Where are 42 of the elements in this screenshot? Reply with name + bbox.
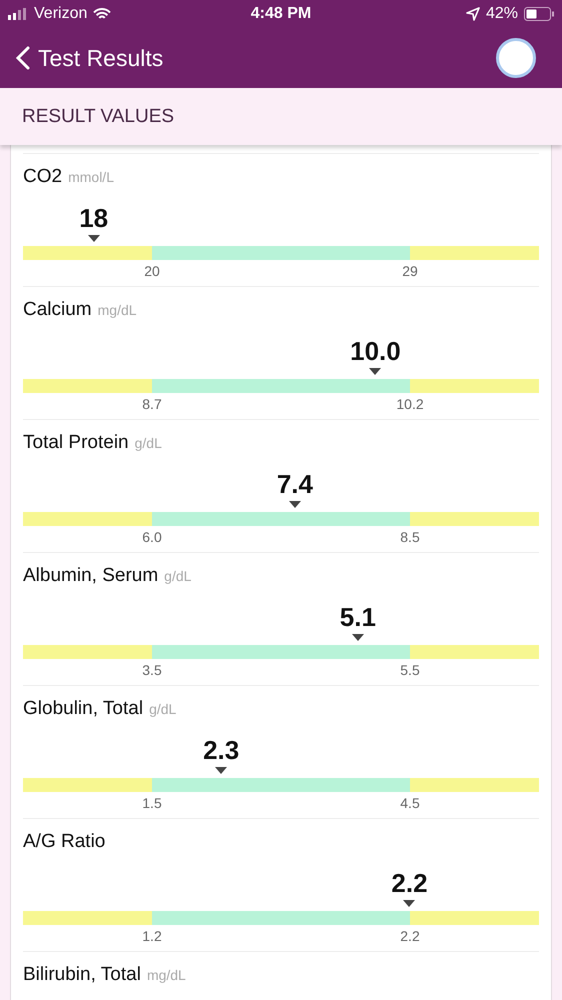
- range-high-label: 8.5: [400, 529, 420, 545]
- carrier-label: Verizon: [34, 5, 88, 23]
- result-value: 18: [79, 203, 108, 233]
- range-high-label: 2.2: [400, 928, 420, 944]
- result-value: 2.3: [203, 735, 240, 765]
- test-name: Bilirubin, Total: [23, 964, 141, 986]
- unit-label: mg/dL: [98, 302, 137, 318]
- result-value: 10.0: [350, 336, 401, 366]
- unit-label: mg/dL: [146, 967, 186, 983]
- result-value: 5.1: [340, 602, 376, 632]
- test-name: Albumin, Serum: [23, 565, 158, 587]
- test-name: Calcium: [23, 299, 92, 321]
- range-low-label: 20: [144, 263, 160, 279]
- battery-percent: 42%: [486, 5, 518, 23]
- range-low-label: 1.2: [142, 928, 162, 944]
- range-low-label: 3.5: [142, 662, 162, 678]
- range-low-label: 8.7: [142, 396, 162, 412]
- test-name: A/G Ratio: [23, 831, 106, 853]
- unit-label: g/dL: [149, 701, 176, 717]
- range-high-label: 4.5: [400, 795, 420, 811]
- test-name: Globulin, Total: [23, 698, 144, 720]
- unit-label: mmol/L: [68, 169, 114, 185]
- signal-icon: [8, 8, 28, 20]
- range-high-label: 10.2: [396, 396, 424, 412]
- result-value: 2.2: [391, 868, 428, 898]
- range-high-label: 5.5: [400, 662, 420, 678]
- result-value: 7.4: [276, 469, 313, 499]
- range-low-label: 1.5: [142, 795, 162, 811]
- chevron-icon: [16, 46, 30, 70]
- battery-icon: [524, 7, 554, 21]
- section-header: RESULT VALUES: [0, 88, 562, 145]
- avatar-icon[interactable]: [496, 38, 536, 78]
- unit-label: g/dL: [134, 435, 162, 451]
- test-name: Total Protein: [23, 432, 129, 454]
- range-high-label: 29: [402, 263, 418, 279]
- clock: 4:48 PM: [250, 5, 312, 23]
- unit-label: g/dL: [164, 568, 192, 584]
- range-low-label: 6.0: [142, 529, 162, 545]
- location-icon: [466, 7, 480, 21]
- wifi-icon: [93, 8, 112, 20]
- test-name: CO2: [23, 166, 62, 188]
- back-button[interactable]: Test Results: [16, 44, 164, 72]
